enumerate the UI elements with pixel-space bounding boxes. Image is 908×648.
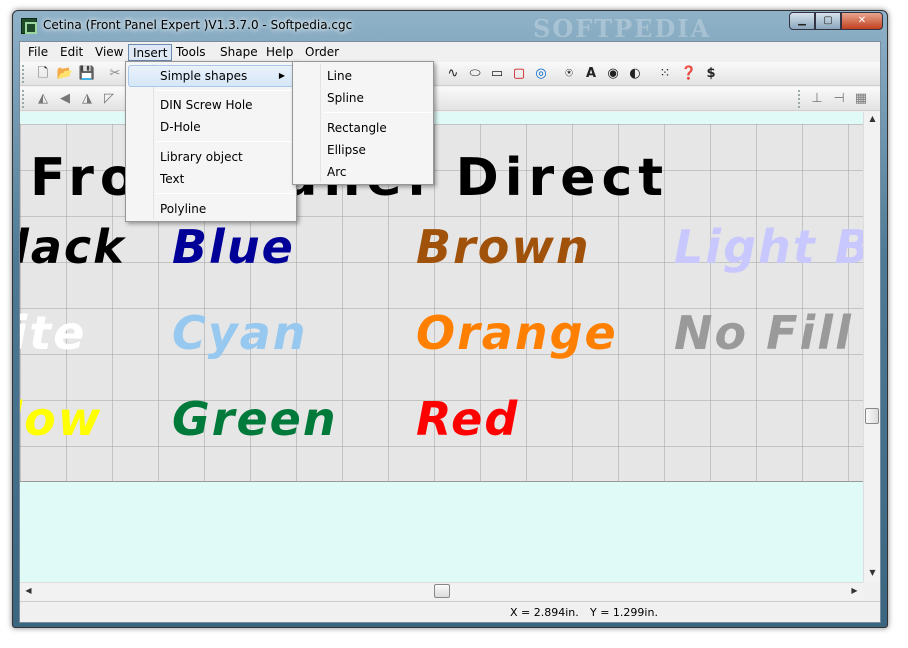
maximize-button[interactable]: ▢: [815, 12, 841, 30]
watermark-logo: SOFTPEDIA: [533, 14, 712, 43]
vertical-scroll-thumb[interactable]: [865, 408, 879, 424]
panel-label-green[interactable]: Green: [172, 396, 338, 442]
menu-item-simple-shapes[interactable]: Simple shapes ▶: [128, 65, 294, 87]
menu-item-spline[interactable]: Spline: [295, 87, 431, 109]
app-icon[interactable]: [21, 18, 37, 34]
open-folder-icon[interactable]: 📂: [56, 65, 74, 83]
rectangle-tool-icon[interactable]: ▭: [488, 65, 506, 83]
toolbar-grip[interactable]: [22, 90, 26, 108]
window-title: Cetina (Front Panel Expert )V1.3.7.0 - S…: [43, 18, 353, 32]
hole-tool-icon[interactable]: ◉: [604, 65, 622, 83]
menu-separator: [156, 141, 294, 142]
cursor-y-coordinate: Y = 1.299in.: [590, 606, 658, 619]
menu-separator: [323, 112, 431, 113]
scrollbar-corner: [863, 582, 880, 599]
status-bar: X = 2.894in. Y = 1.299in.: [20, 601, 880, 622]
toolbar-grip[interactable]: [22, 65, 26, 83]
menu-separator: [156, 90, 294, 91]
insert-menu: Simple shapes ▶ DIN Screw Hole D-Hole Li…: [125, 61, 297, 222]
menu-help[interactable]: Help: [262, 44, 297, 61]
text-tool-icon[interactable]: A: [582, 65, 600, 83]
horizontal-scroll-thumb[interactable]: [434, 584, 450, 598]
menu-gutter: [153, 64, 154, 219]
panel-label-black[interactable]: Black: [20, 224, 126, 270]
simple-shapes-submenu: Line Spline Rectangle Ellipse Arc: [292, 61, 434, 185]
distribute-horizontal-icon[interactable]: ⊣: [830, 90, 848, 108]
menu-edit[interactable]: Edit: [56, 44, 87, 61]
panel-label-brown[interactable]: Brown: [416, 224, 591, 270]
menu-item-text[interactable]: Text: [128, 168, 294, 190]
ellipse-tool-icon[interactable]: ⬭: [466, 65, 484, 83]
menu-bar: File Edit View Insert Tools Shape Help O…: [20, 42, 880, 62]
panel-label-cyan[interactable]: Cyan: [172, 310, 308, 356]
panel-label-light-blue[interactable]: Light Blue: [674, 224, 863, 270]
menu-item-line[interactable]: Line: [295, 65, 431, 87]
menu-shape[interactable]: Shape: [216, 44, 262, 61]
menu-item-din-screw-hole[interactable]: DIN Screw Hole: [128, 94, 294, 116]
close-button[interactable]: ✕: [841, 12, 883, 30]
panel-label-blue[interactable]: Blue: [172, 224, 295, 270]
menu-item-polyline[interactable]: Polyline: [128, 198, 294, 220]
scroll-left-arrow-icon[interactable]: ◀: [20, 586, 37, 595]
menu-view[interactable]: View: [91, 44, 127, 61]
menu-item-ellipse[interactable]: Ellipse: [295, 139, 431, 161]
align-right-icon[interactable]: ◮: [78, 90, 96, 108]
panel-label-red[interactable]: Red: [416, 396, 519, 442]
submenu-arrow-icon: ▶: [278, 71, 285, 80]
context-help-icon[interactable]: ❓: [680, 65, 698, 83]
menu-separator: [156, 193, 294, 194]
panel-label-orange[interactable]: Orange: [416, 310, 618, 356]
vertical-scrollbar[interactable]: ▲ ▼: [863, 112, 880, 582]
scroll-down-arrow-icon[interactable]: ▼: [864, 568, 881, 577]
menu-item-label: Simple shapes: [160, 69, 248, 83]
align-left-icon[interactable]: ◭: [34, 90, 52, 108]
minimize-button[interactable]: ▁: [789, 12, 815, 30]
rounded-rect-tool-icon[interactable]: ▢: [510, 65, 528, 83]
grid-icon[interactable]: ⁙: [656, 65, 674, 83]
align-center-icon[interactable]: ◀: [56, 90, 74, 108]
menu-item-library-object[interactable]: Library object: [128, 146, 294, 168]
d-hole-tool-icon[interactable]: ◐: [626, 65, 644, 83]
scroll-up-arrow-icon[interactable]: ▲: [864, 114, 881, 123]
menu-tools[interactable]: Tools: [172, 44, 210, 61]
horizontal-scrollbar[interactable]: ◀ ▶: [20, 582, 863, 599]
screw-hole-icon[interactable]: ⍟: [560, 65, 578, 83]
menu-item-arc[interactable]: Arc: [295, 161, 431, 183]
cut-icon[interactable]: ✂: [106, 65, 124, 83]
menu-order[interactable]: Order: [301, 44, 343, 61]
save-icon[interactable]: 💾: [78, 65, 96, 83]
scroll-right-arrow-icon[interactable]: ▶: [846, 586, 863, 595]
toolbar-grip[interactable]: [798, 90, 802, 108]
cursor-x-coordinate: X = 2.894in.: [510, 606, 579, 619]
panel-label-no-fill[interactable]: No Fill: [674, 310, 853, 356]
menu-insert[interactable]: Insert: [128, 44, 173, 61]
distribute-vertical-icon[interactable]: ⊥: [808, 90, 826, 108]
panel-label-yellow[interactable]: Yellow: [20, 396, 102, 442]
menu-item-d-hole[interactable]: D-Hole: [128, 116, 294, 138]
price-icon[interactable]: $: [702, 65, 720, 83]
spline-tool-icon[interactable]: ∿: [444, 65, 462, 83]
panel-label-white[interactable]: White: [20, 310, 86, 356]
same-size-icon[interactable]: ▦: [852, 90, 870, 108]
title-bar[interactable]: Cetina (Front Panel Expert )V1.3.7.0 - S…: [13, 11, 887, 43]
new-file-icon[interactable]: 🗋: [34, 65, 52, 83]
menu-file[interactable]: File: [24, 44, 52, 61]
align-top-icon[interactable]: ◸: [100, 90, 118, 108]
menu-item-rectangle[interactable]: Rectangle: [295, 117, 431, 139]
arc-tool-icon[interactable]: ◎: [532, 65, 550, 83]
